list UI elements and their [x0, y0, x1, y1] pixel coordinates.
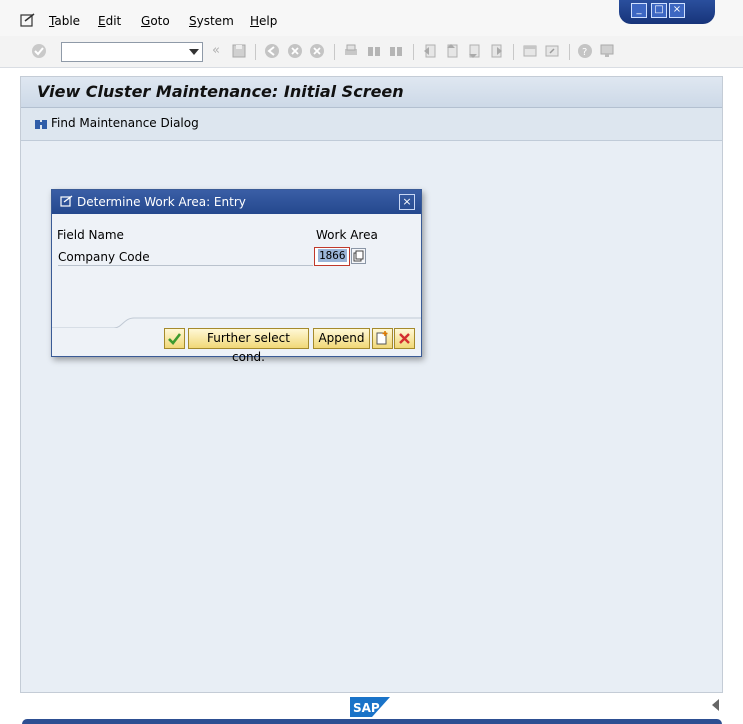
menu-edit-icon[interactable] — [20, 13, 36, 27]
back-icon[interactable] — [264, 43, 280, 59]
enter-icon[interactable] — [31, 43, 47, 59]
copy-icon — [353, 250, 364, 262]
first-page-icon[interactable] — [422, 43, 438, 59]
further-select-cond-button[interactable]: Further select cond. — [188, 328, 309, 364]
find-maintenance-dialog-button[interactable]: Find Maintenance Dialog — [34, 116, 199, 131]
checkmark-icon — [168, 333, 182, 345]
chevron-down-icon[interactable] — [189, 49, 199, 55]
value-help-button[interactable] — [351, 248, 366, 264]
new-entry-icon — [376, 331, 388, 345]
close-window-icon[interactable]: × — [669, 3, 685, 18]
last-page-icon[interactable] — [488, 43, 504, 59]
svg-text:?: ? — [582, 47, 587, 58]
menu-bar: Table Edit Goto System Help _ □ × — [0, 0, 743, 36]
cancel-button[interactable] — [394, 328, 415, 349]
menu-goto[interactable]: Goto — [141, 14, 170, 28]
page-title: View Cluster Maintenance: Initial Screen — [37, 82, 404, 101]
binoculars-icon — [35, 119, 47, 129]
company-code-label: Company Code — [58, 250, 150, 264]
previous-page-icon[interactable] — [444, 43, 460, 59]
work-area-value: 1866 — [318, 249, 347, 262]
find-maintenance-dialog-label: Find Maintenance Dialog — [51, 116, 199, 130]
determine-work-area-dialog: Determine Work Area: Entry × Field Name … — [51, 189, 422, 364]
shortcut-icon[interactable] — [544, 43, 560, 59]
append-button[interactable]: Append — [313, 328, 370, 349]
standard-toolbar: « ? — [0, 36, 743, 68]
toolbar-separator — [413, 44, 414, 60]
confirm-button[interactable] — [164, 328, 185, 349]
find-next-icon[interactable] — [388, 43, 404, 59]
close-icon[interactable]: × — [399, 194, 415, 210]
help-icon[interactable]: ? — [577, 43, 593, 59]
dialog-edit-icon — [60, 195, 73, 207]
status-scroll-left-icon[interactable] — [712, 699, 719, 711]
back-double-icon[interactable]: « — [212, 43, 220, 58]
next-page-icon[interactable] — [466, 43, 482, 59]
row-divider — [58, 265, 313, 266]
work-area-header: Work Area — [316, 228, 378, 242]
menu-edit[interactable]: Edit — [98, 14, 121, 28]
find-icon[interactable] — [366, 43, 382, 59]
new-session-icon[interactable] — [522, 43, 538, 59]
toolbar-separator — [334, 44, 335, 60]
svg-text:SAP: SAP — [353, 701, 380, 715]
minimize-icon[interactable]: _ — [631, 3, 647, 18]
maximize-icon[interactable]: □ — [651, 3, 667, 18]
menu-help[interactable]: Help — [250, 14, 277, 28]
menu-system[interactable]: System — [189, 14, 234, 28]
sap-logo: SAP — [350, 697, 390, 717]
dialog-title-bar[interactable]: Determine Work Area: Entry × — [52, 190, 421, 214]
field-name-header: Field Name — [57, 228, 124, 242]
cancel-icon[interactable] — [309, 43, 325, 59]
save-icon[interactable] — [231, 43, 247, 59]
print-icon[interactable] — [343, 43, 359, 59]
application-toolbar: Find Maintenance Dialog — [21, 108, 722, 141]
main-screen-area: View Cluster Maintenance: Initial Screen… — [20, 76, 723, 693]
toolbar-separator — [513, 44, 514, 60]
window-controls: _ □ × — [619, 0, 715, 24]
append-label: Append — [318, 331, 365, 345]
cancel-x-icon — [399, 333, 410, 344]
toolbar-separator — [569, 44, 570, 60]
exit-icon[interactable] — [287, 43, 303, 59]
new-entries-button[interactable] — [372, 328, 393, 349]
layout-menu-icon[interactable] — [599, 43, 615, 59]
work-area-input[interactable]: 1866 — [314, 247, 350, 266]
status-bar — [22, 719, 722, 724]
command-field[interactable] — [61, 42, 203, 62]
dialog-title: Determine Work Area: Entry — [77, 195, 246, 209]
menu-table[interactable]: Table — [49, 14, 80, 28]
dialog-footer: Further select cond. Append — [52, 326, 421, 364]
toolbar-separator — [255, 44, 256, 60]
screen-title-bar: View Cluster Maintenance: Initial Screen — [21, 77, 722, 108]
